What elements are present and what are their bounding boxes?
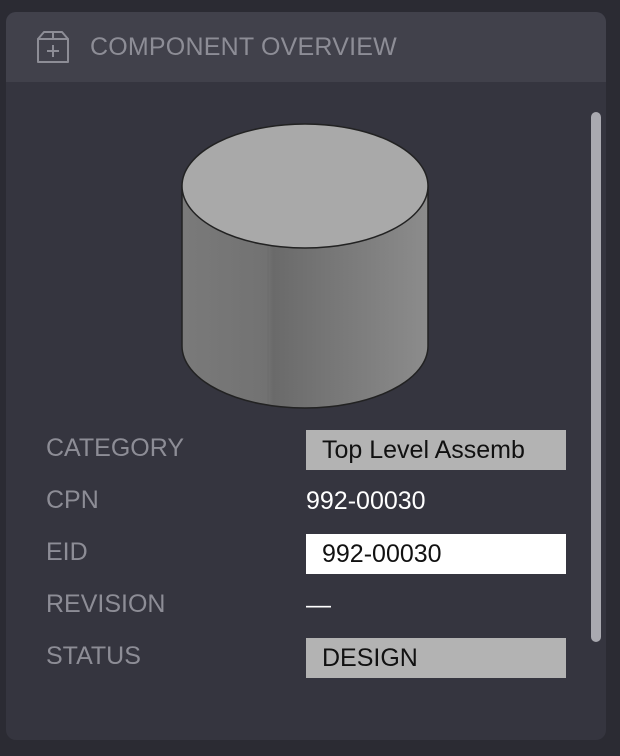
cylinder-part-icon	[181, 123, 429, 409]
component-thumbnail	[178, 118, 432, 410]
box-plus-icon	[35, 29, 71, 65]
category-label: CATEGORY	[46, 434, 184, 462]
revision-label: REVISION	[46, 590, 166, 618]
panel-title: COMPONENT OVERVIEW	[90, 33, 397, 61]
status-label: STATUS	[46, 642, 141, 670]
scrollbar-thumb[interactable]	[591, 112, 601, 642]
component-overview-panel: COMPONENT OVERVIEW CATEGORY Top Level As…	[6, 12, 606, 740]
scrollbar[interactable]	[591, 112, 601, 642]
eid-input[interactable]: 992-00030	[306, 534, 566, 574]
cpn-label: CPN	[46, 486, 99, 514]
status-value[interactable]: DESIGN	[306, 638, 566, 678]
revision-value: —	[306, 591, 331, 619]
cpn-value: 992-00030	[306, 487, 426, 515]
panel-header: COMPONENT OVERVIEW	[6, 12, 606, 82]
eid-label: EID	[46, 538, 88, 566]
category-value[interactable]: Top Level Assemb	[306, 430, 566, 470]
